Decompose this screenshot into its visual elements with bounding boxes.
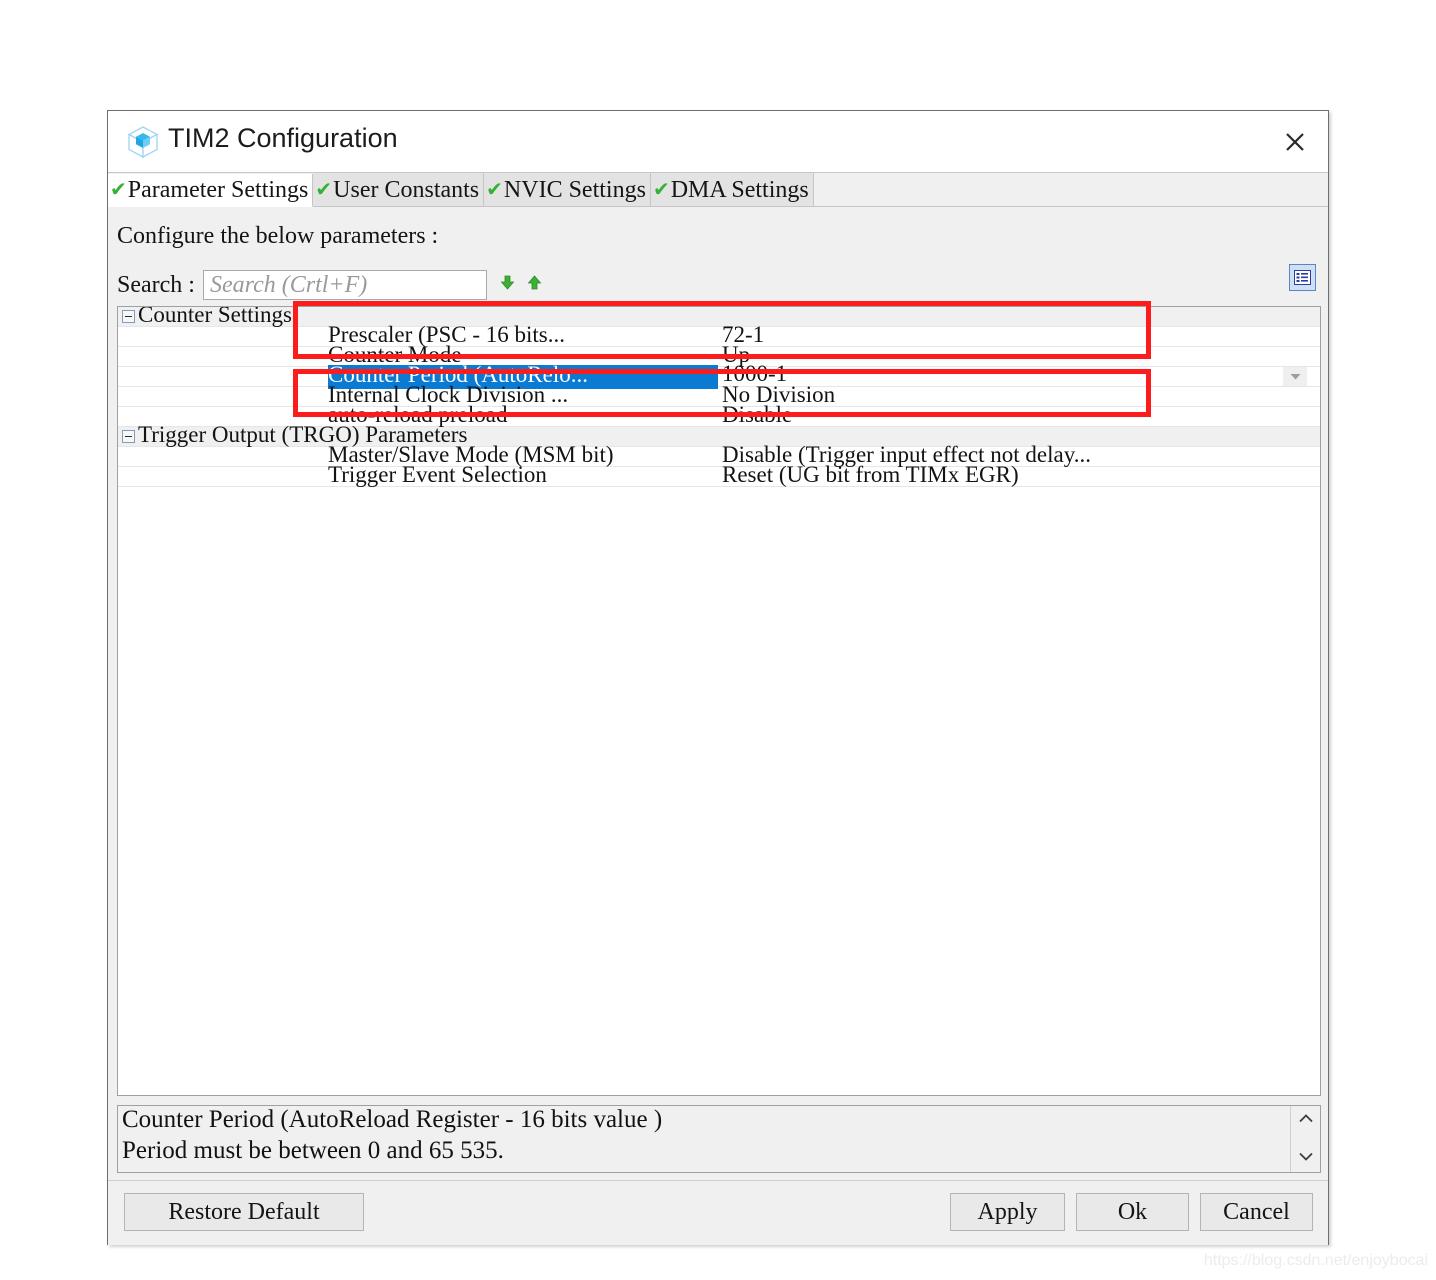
chevron-up-icon[interactable] [1298,1111,1314,1129]
ok-button[interactable]: Ok [1076,1193,1189,1231]
search-input[interactable]: Search (Crtl+F) [202,270,487,300]
collapse-icon[interactable] [122,430,135,443]
description-panel: Counter Period (AutoReload Register - 16… [117,1105,1321,1173]
tab-label: NVIC Settings [503,176,646,203]
screen: TIM2 Configuration ✔ Parameter Settings … [0,0,1436,1280]
group-label: Trigger Output (TRGO) Parameters [138,422,468,447]
description-line-2: Period must be between 0 and 65 535. [122,1137,504,1164]
chevron-down-icon[interactable] [1283,367,1307,386]
param-value: Reset (UG bit from TIMx EGR) [722,462,1019,487]
arrow-down-icon[interactable] [499,274,516,296]
table-row[interactable]: Master/Slave Mode (MSM bit) Disable (Tri… [118,443,1320,467]
check-icon: ✔ [315,178,333,201]
check-icon: ✔ [486,178,503,201]
arrow-up-icon[interactable] [526,274,543,296]
restore-default-button[interactable]: Restore Default [124,1193,364,1231]
description-line-1: Counter Period (AutoReload Register - 16… [122,1106,663,1133]
param-value: 1000-1 [722,361,788,386]
tree-group-trigger-output[interactable]: Trigger Output (TRGO) Parameters [118,422,1320,447]
dialog-titlebar: TIM2 Configuration [108,111,1328,173]
tab-label: DMA Settings [670,176,809,203]
table-row[interactable]: Counter Mode Up [118,343,1320,367]
list-view-icon[interactable] [1289,264,1316,291]
search-nav-arrows [499,274,543,296]
cancel-button[interactable]: Cancel [1200,1193,1313,1231]
table-row-selected[interactable]: Counter Period (AutoRelo... 1000-1 [118,361,1320,389]
configure-instruction: Configure the below parameters : [117,223,439,249]
watermark: https://blog.csdn.net/enjoybocai [1203,1252,1428,1269]
tim2-configuration-dialog: TIM2 Configuration ✔ Parameter Settings … [107,110,1329,1245]
close-icon[interactable] [1274,121,1316,163]
tab-user-constants[interactable]: ✔ User Constants [313,173,485,206]
dialog-title: TIM2 Configuration [168,123,398,153]
table-row[interactable]: Internal Clock Division ... No Division [118,383,1320,407]
apply-button[interactable]: Apply [950,1193,1065,1231]
group-label: Counter Settings [138,306,292,327]
tab-label: User Constants [333,176,480,203]
table-row[interactable]: Prescaler (PSC - 16 bits... 72-1 [118,323,1320,347]
description-scrollbar[interactable] [1290,1106,1320,1172]
collapse-icon[interactable] [122,310,135,323]
parameter-tree[interactable]: Counter Settings Prescaler (PSC - 16 bit… [117,306,1321,1096]
search-placeholder: Search (Crtl+F) [209,272,368,298]
tab-bar: ✔ Parameter Settings ✔ User Constants ✔ … [108,173,1328,207]
search-row: Search : Search (Crtl+F) [117,267,543,303]
tab-label: Parameter Settings [127,177,309,203]
tree-group-counter-settings[interactable]: Counter Settings [118,307,1320,327]
search-label: Search : [117,271,195,298]
dialog-body: Configure the below parameters : Search … [108,207,1328,1245]
check-icon: ✔ [110,179,127,201]
dialog-button-bar: Restore Default Apply Ok Cancel [108,1180,1328,1245]
param-name: Trigger Event Selection [328,465,547,487]
tab-parameter-settings[interactable]: ✔ Parameter Settings [108,174,314,207]
param-value: Disable [722,402,793,427]
chevron-down-icon[interactable] [1298,1149,1314,1167]
check-icon: ✔ [652,178,670,201]
cube-icon [125,124,161,160]
tab-nvic-settings[interactable]: ✔ NVIC Settings [484,173,651,206]
tab-dma-settings[interactable]: ✔ DMA Settings [650,173,814,206]
table-row[interactable]: Trigger Event Selection Reset (UG bit fr… [118,462,1320,487]
